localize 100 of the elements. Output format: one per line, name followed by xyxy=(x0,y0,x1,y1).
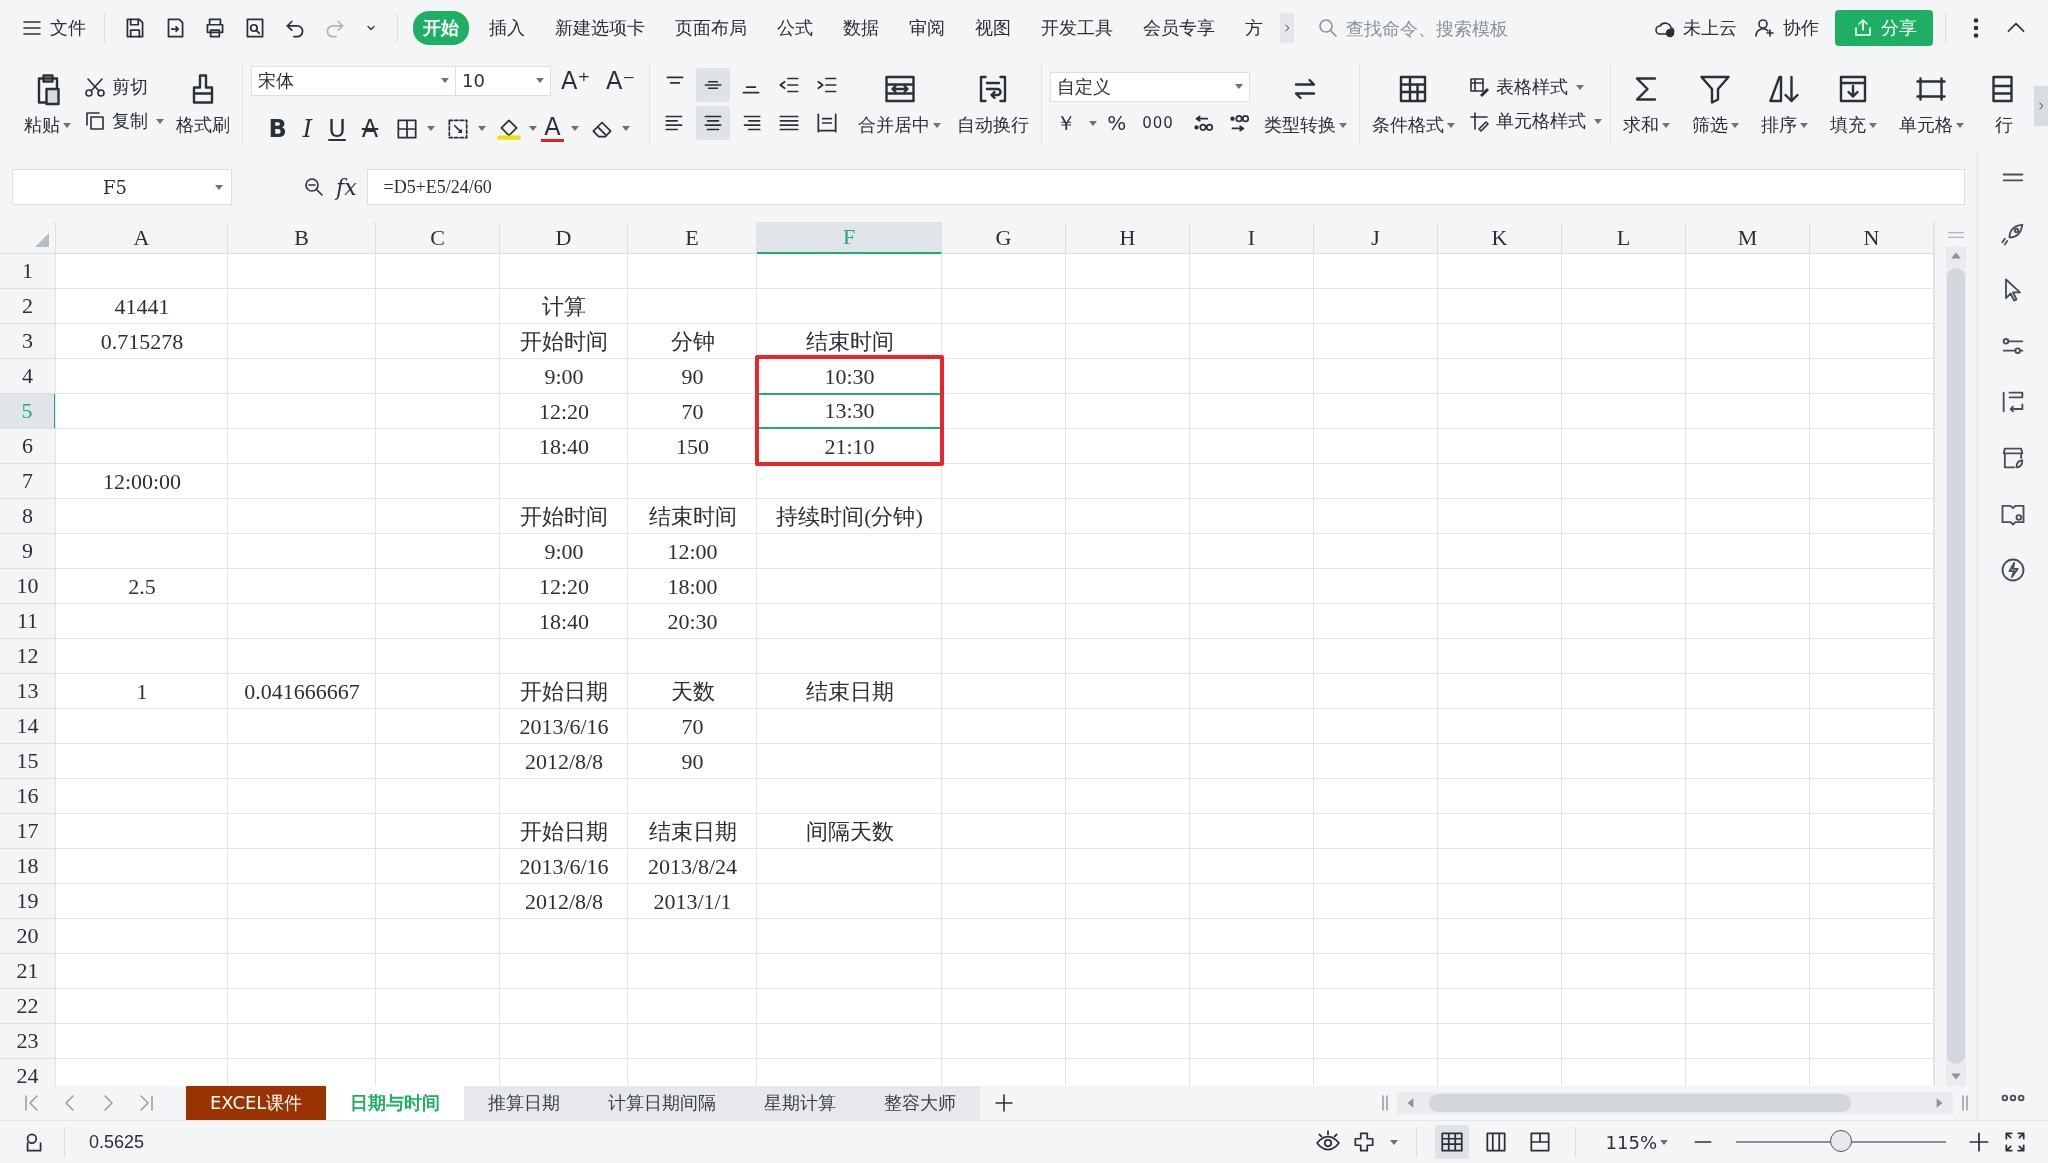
rowcol-button[interactable]: 行 xyxy=(1981,69,2026,139)
ribbon-tab[interactable]: 方 xyxy=(1235,11,1273,45)
row-header[interactable]: 11 xyxy=(0,604,56,639)
fullscreen-icon[interactable] xyxy=(2002,1129,2028,1155)
number-format-dropdown[interactable]: 自定义 xyxy=(1050,71,1251,102)
file-menu[interactable]: 文件 xyxy=(14,12,92,44)
currency-button[interactable]: ￥ xyxy=(1050,109,1083,137)
formula-field[interactable]: =D5+E5/24/60 xyxy=(366,169,1965,205)
type-convert-button[interactable]: 类型转换 xyxy=(1259,69,1351,139)
paste-button[interactable]: 粘贴 xyxy=(20,69,75,139)
wrap-text-button[interactable]: 自动换行 xyxy=(953,69,1034,139)
copy-button[interactable]: 复制 xyxy=(83,109,164,133)
font-size-button[interactable]: A⁺ xyxy=(555,66,597,95)
column-header[interactable]: D xyxy=(500,222,628,254)
row-header[interactable]: 17 xyxy=(0,814,56,849)
fill-button[interactable]: 填充 xyxy=(1825,69,1881,139)
strike-button[interactable]: A xyxy=(355,114,385,143)
ribbon-tab[interactable]: 数据 xyxy=(833,11,889,45)
split-handle-icon[interactable] xyxy=(1961,1095,1969,1111)
cloud-button[interactable]: 未上云 xyxy=(1653,16,1737,40)
thousands-button[interactable]: 000 xyxy=(1136,114,1180,132)
table-style-button[interactable]: 表格样式 xyxy=(1466,75,1602,99)
row-header[interactable]: 19 xyxy=(0,884,56,919)
horizontal-scrollbar[interactable] xyxy=(1397,1092,1953,1114)
ribbon-tab[interactable]: 页面布局 xyxy=(665,11,757,45)
zoom-slider-thumb[interactable] xyxy=(1830,1130,1852,1152)
row-header[interactable]: 16 xyxy=(0,779,56,814)
ribbon-tab[interactable]: 公式 xyxy=(767,11,823,45)
row-header[interactable]: 22 xyxy=(0,989,56,1024)
column-header[interactable]: G xyxy=(942,222,1066,254)
search-field[interactable]: 查找命令、搜索模板 xyxy=(1316,16,1548,40)
lightning-icon[interactable] xyxy=(1999,556,2027,584)
split-handle-icon[interactable] xyxy=(1381,1095,1389,1111)
format-painter-button[interactable]: 格式刷 xyxy=(172,69,234,139)
column-header[interactable]: A xyxy=(56,222,228,254)
bold-button[interactable]: B xyxy=(262,114,293,143)
row-header[interactable]: 3 xyxy=(0,324,56,359)
normal-view-icon[interactable] xyxy=(1434,1125,1469,1159)
cell-button[interactable]: 单元格 xyxy=(1894,69,1968,139)
sort-button[interactable]: 排序 xyxy=(1756,69,1812,139)
row-header[interactable]: 4 xyxy=(0,359,56,394)
align-middle-icon[interactable] xyxy=(696,68,731,102)
row-header[interactable]: 21 xyxy=(0,954,56,989)
row-header[interactable]: 20 xyxy=(0,919,56,954)
row-header[interactable]: 6 xyxy=(0,429,56,464)
column-header[interactable]: K xyxy=(1438,222,1562,254)
underline-button[interactable]: U xyxy=(322,114,352,143)
row-header[interactable]: 2 xyxy=(0,289,56,324)
row-header[interactable]: 15 xyxy=(0,744,56,779)
ribbon-tab[interactable]: 视图 xyxy=(965,11,1021,45)
row-header[interactable]: 7 xyxy=(0,464,56,499)
merge-center-button[interactable]: 合并居中 xyxy=(854,69,946,139)
row-header[interactable]: 1 xyxy=(0,254,56,289)
column-header[interactable]: B xyxy=(228,222,376,254)
sheet-tab[interactable]: EXCEL课件 xyxy=(186,1086,327,1120)
percent-button[interactable]: % xyxy=(1101,111,1133,135)
cell-style-button[interactable]: 单元格样式 xyxy=(1466,109,1602,133)
font-size-dropdown[interactable]: 10 xyxy=(455,65,551,96)
zoom-level-dropdown[interactable]: 115% xyxy=(1605,1131,1668,1153)
align-center-icon[interactable] xyxy=(696,106,731,140)
sheet-tab[interactable]: 计算日期间隔 xyxy=(584,1086,741,1120)
font-name-dropdown[interactable]: 宋体 xyxy=(251,65,456,96)
column-header[interactable]: I xyxy=(1190,222,1314,254)
row-header[interactable]: 14 xyxy=(0,709,56,744)
split-handle-icon[interactable] xyxy=(1947,230,1965,240)
column-header[interactable]: E xyxy=(628,222,757,254)
ribbon-tab[interactable]: 插入 xyxy=(479,11,535,45)
row-header[interactable]: 18 xyxy=(0,849,56,884)
column-header[interactable]: C xyxy=(376,222,500,254)
column-header[interactable]: M xyxy=(1686,222,1810,254)
filter-button[interactable]: 筛选 xyxy=(1687,69,1743,139)
column-header[interactable]: N xyxy=(1810,222,1934,254)
sheet-tab[interactable]: 星期计算 xyxy=(740,1086,861,1120)
collaborate-button[interactable]: 协作 xyxy=(1753,16,1819,40)
sheet-tab[interactable]: 推算日期 xyxy=(464,1086,585,1120)
conditional-format-button[interactable]: 条件格式 xyxy=(1367,69,1459,139)
table-cell-text: 开始日期 xyxy=(519,677,609,706)
sheet-tab[interactable]: 整容大师 xyxy=(860,1086,981,1120)
ribbon-tab[interactable]: 新建选项卡 xyxy=(545,11,655,45)
row-header[interactable]: 24 xyxy=(0,1059,56,1086)
ribbon-tab[interactable]: 审阅 xyxy=(899,11,955,45)
sum-button[interactable]: 求和 xyxy=(1618,69,1674,139)
italic-button[interactable]: I xyxy=(296,114,319,143)
row-header[interactable]: 9 xyxy=(0,534,56,569)
ribbon-tab[interactable]: 开发工具 xyxy=(1031,11,1123,45)
column-header[interactable]: J xyxy=(1314,222,1438,254)
row-header[interactable]: 8 xyxy=(0,499,56,534)
function-label[interactable]: fx xyxy=(336,174,357,200)
column-header[interactable]: H xyxy=(1066,222,1190,254)
cut-button[interactable]: 剪切 xyxy=(83,75,164,99)
zoom-out-icon[interactable] xyxy=(302,175,326,199)
column-header[interactable]: L xyxy=(1562,222,1686,254)
font-color-button[interactable]: A xyxy=(541,115,564,142)
font-size-button[interactable]: A⁻ xyxy=(600,66,642,95)
row-header[interactable]: 13 xyxy=(0,674,56,709)
row-header[interactable]: 10 xyxy=(0,569,56,604)
ribbon-tab[interactable]: 会员专享 xyxy=(1133,11,1225,45)
row-header[interactable]: 23 xyxy=(0,1024,56,1059)
name-box[interactable]: F5 xyxy=(12,169,232,205)
row-header[interactable]: 12 xyxy=(0,639,56,674)
